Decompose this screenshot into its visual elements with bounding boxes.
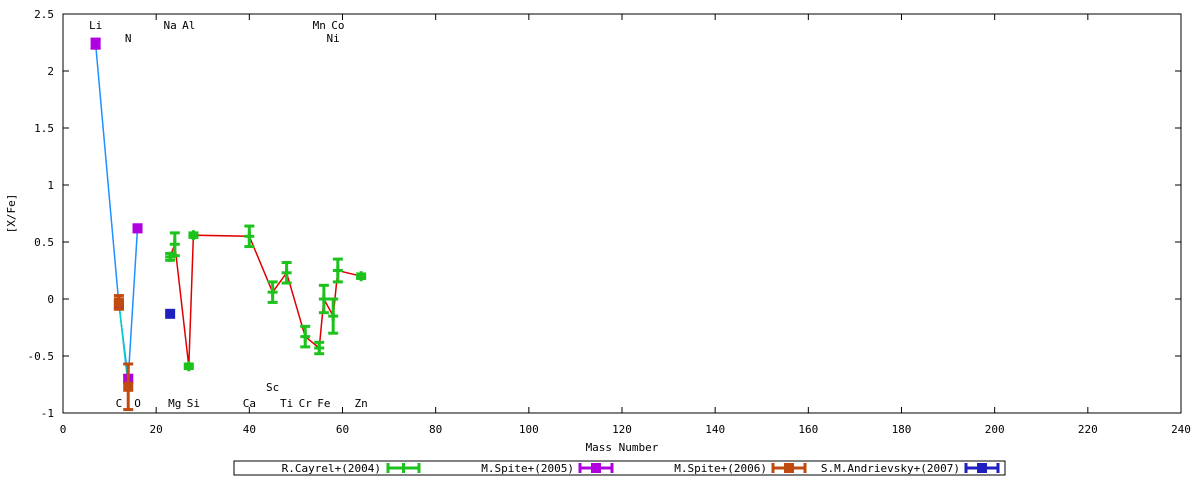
legend-marker <box>784 463 794 473</box>
legend-label: M.Spite+(2005) <box>481 462 574 475</box>
legend-marker <box>977 463 987 473</box>
x-tick-label: 60 <box>336 423 349 436</box>
data-point <box>123 381 134 392</box>
element-label: Mg <box>168 397 181 410</box>
element-label: Li <box>89 19 102 32</box>
x-tick-label: 220 <box>1078 423 1098 436</box>
x-tick-label: 240 <box>1171 423 1191 436</box>
y-tick-label: 1.5 <box>34 122 54 135</box>
series-lines <box>94 43 362 387</box>
element-labels: Li Na Al Mn Co N Ni Sc C O Mg Si Ca Ti Cr Fe Zn <box>89 19 368 410</box>
x-tick-label: 0 <box>60 423 67 436</box>
element-label: C <box>116 397 123 410</box>
data-point <box>113 297 124 308</box>
element-label: N <box>125 32 132 45</box>
x-tick-label: 180 <box>892 423 912 436</box>
plot-frame <box>62 13 1182 414</box>
element-label: Ti <box>280 397 293 410</box>
x-axis-label: Mass Number <box>586 441 659 454</box>
y-tick-label: -0.5 <box>28 350 55 363</box>
y-tick-label: 1 <box>47 179 54 192</box>
data-point <box>90 38 101 49</box>
data-points <box>90 37 367 412</box>
element-label: Ca <box>243 397 256 410</box>
abundance-chart: 0 20 40 60 80 100 120 140 160 180 200 220 240-1-0.50… <box>5 8 1191 476</box>
series-line <box>94 43 139 379</box>
element-label: Sc <box>266 381 279 394</box>
x-tick-label: 140 <box>705 423 725 436</box>
element-label: O <box>134 397 141 410</box>
y-tick-label: 2 <box>47 65 54 78</box>
element-label: Fe <box>317 397 330 410</box>
element-label: Si <box>187 397 200 410</box>
element-label: Cr <box>299 397 313 410</box>
element-label: Co <box>331 19 344 32</box>
x-tick-label: 100 <box>519 423 539 436</box>
x-tick-label: 200 <box>985 423 1005 436</box>
element-label: Ni <box>327 32 340 45</box>
y-tick-label: -1 <box>41 407 54 420</box>
x-tick-label: 40 <box>243 423 256 436</box>
x-tick-label: 160 <box>798 423 818 436</box>
legend-marker <box>591 463 601 473</box>
y-tick-label: 0 <box>47 293 54 306</box>
data-point <box>132 223 143 234</box>
x-tick-label: 20 <box>150 423 163 436</box>
legend: R.Cayrel+(2004) M.Spite+(2005) M.Spite+(20… <box>233 460 1006 476</box>
x-tick-label: 120 <box>612 423 632 436</box>
element-label: Mn <box>313 19 326 32</box>
element-label: Zn <box>355 397 368 410</box>
axis-ticks: 0 20 40 60 80 100 120 140 160 180 200 220 240-1-0.50… <box>28 8 1191 436</box>
element-label: Al <box>182 19 195 32</box>
y-tick-label: 0.5 <box>34 236 54 249</box>
x-tick-label: 80 <box>429 423 442 436</box>
y-tick-label: 2.5 <box>34 8 54 21</box>
legend-label: S.M.Andrievsky+(2007) <box>821 462 960 475</box>
legend-label: R.Cayrel+(2004) <box>282 462 381 475</box>
legend-label: M.Spite+(2006) <box>674 462 767 475</box>
y-axis-label: [X/Fe] <box>5 194 18 234</box>
element-label: Na <box>164 19 177 32</box>
data-point <box>165 308 176 319</box>
